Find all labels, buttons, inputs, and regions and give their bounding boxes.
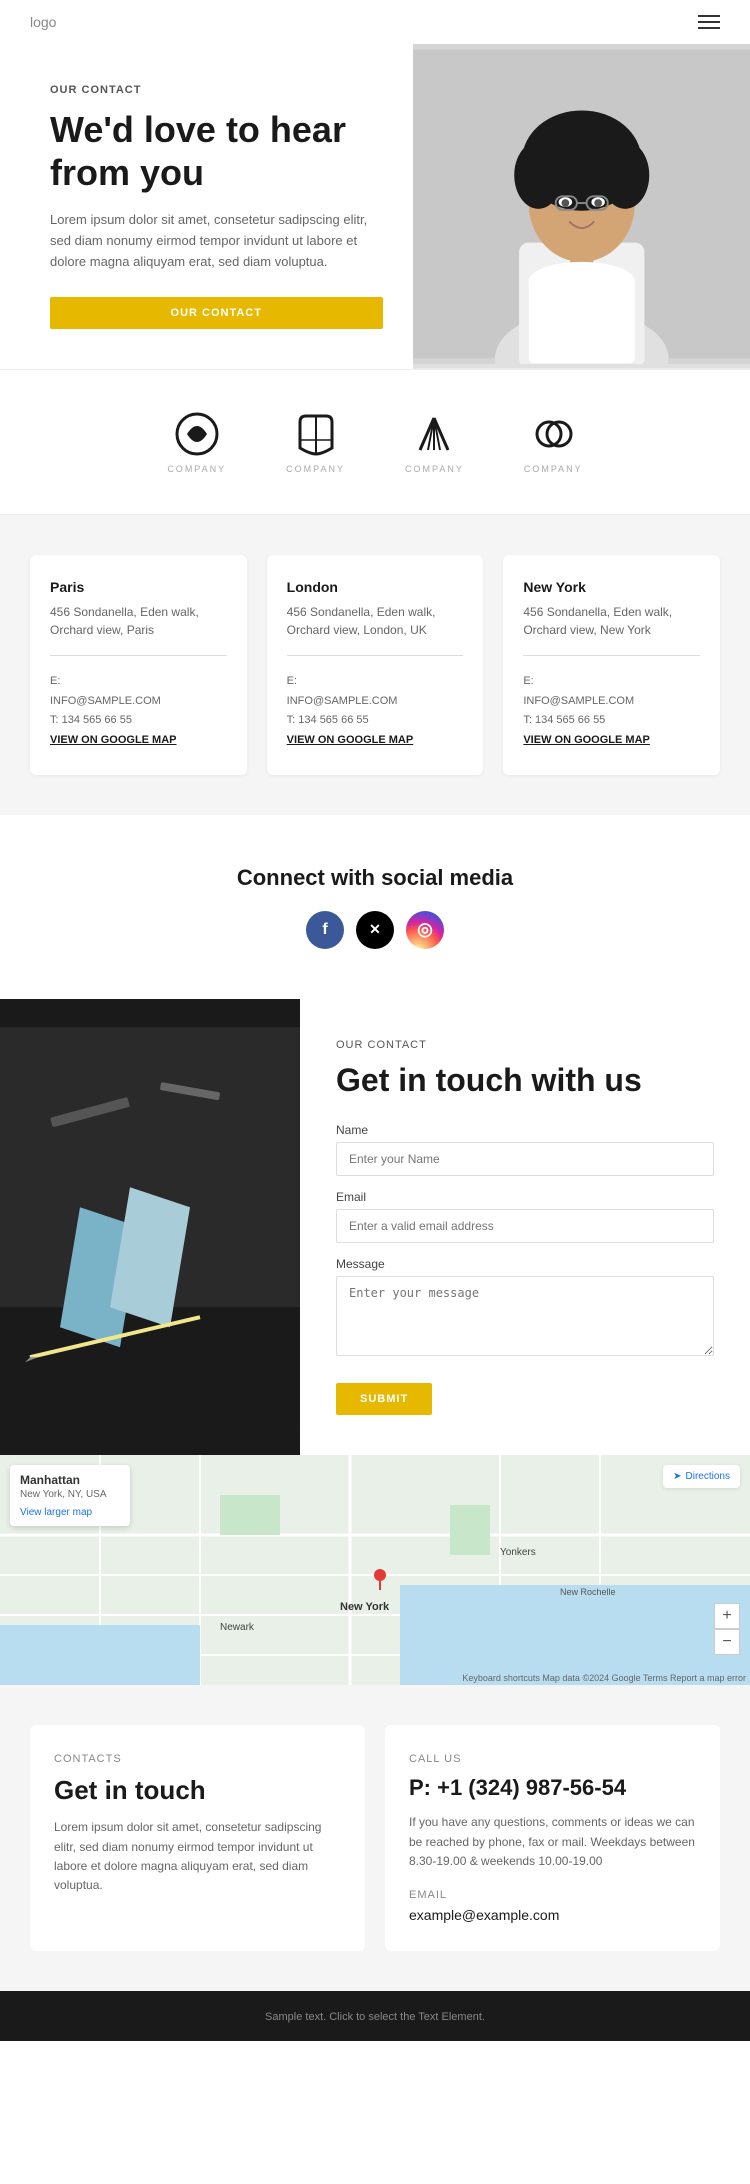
hero-section: OUR CONTACT We'd love to hear from you L…	[0, 44, 750, 369]
offices-section: Paris 456 Sondanella, Eden walk, Orchard…	[0, 515, 750, 815]
office-address-paris: 456 Sondanella, Eden walk, Orchard view,…	[50, 603, 227, 639]
twitter-x-icon[interactable]: ✕	[356, 911, 394, 949]
office-address-newyork: 456 Sondanella, Eden walk, Orchard view,…	[523, 603, 700, 639]
hero-label: OUR CONTACT	[50, 84, 383, 96]
social-title: Connect with social media	[30, 865, 720, 891]
form-title: Get in touch with us	[336, 1061, 714, 1099]
message-label: Message	[336, 1257, 714, 1271]
svg-text:New Rochelle: New Rochelle	[560, 1587, 616, 1597]
office-email-label-paris: E:	[50, 672, 227, 692]
map-location-title: Manhattan	[20, 1473, 120, 1487]
form-section-label: OUR CONTACT	[336, 1039, 714, 1051]
office-card-newyork: New York 456 Sondanella, Eden walk, Orch…	[503, 555, 720, 775]
office-address-london: 456 Sondanella, Eden walk, Orchard view,…	[287, 603, 464, 639]
map-zoom-in-button[interactable]: +	[714, 1603, 740, 1629]
contact-image	[0, 999, 300, 1455]
bottom-card-contacts-label: CONTACTS	[54, 1753, 341, 1765]
logo-item-1: COMPANY	[167, 410, 226, 474]
email-input[interactable]	[336, 1209, 714, 1243]
bottom-card-phone: P: +1 (324) 987-56-54	[409, 1775, 696, 1801]
bottom-card-call-label: CALL US	[409, 1753, 696, 1765]
logo: logo	[30, 14, 56, 30]
logo-item-2: COMPANY	[286, 410, 345, 474]
logo-text-3: COMPANY	[405, 464, 464, 474]
map-directions-label: Directions	[686, 1471, 730, 1482]
office-contact-newyork: E: INFO@SAMPLE.COM T: 134 565 66 55 VIEW…	[523, 672, 700, 751]
office-city-newyork: New York	[523, 579, 700, 595]
office-map-link-newyork[interactable]: VIEW ON GOOGLE MAP	[523, 734, 650, 746]
office-city-paris: Paris	[50, 579, 227, 595]
email-field: Email	[336, 1190, 714, 1243]
map-view-larger-link[interactable]: View larger map	[20, 1507, 92, 1518]
map-overlay: Manhattan New York, NY, USA View larger …	[10, 1465, 130, 1526]
bottom-card-call: CALL US P: +1 (324) 987-56-54 If you hav…	[385, 1725, 720, 1951]
header: logo	[0, 0, 750, 44]
office-map-link-paris[interactable]: VIEW ON GOOGLE MAP	[50, 734, 177, 746]
map-zoom-out-button[interactable]: −	[714, 1629, 740, 1655]
social-icons: f ✕ ◎	[30, 911, 720, 949]
hero-left: OUR CONTACT We'd love to hear from you L…	[0, 44, 413, 369]
svg-text:New York: New York	[340, 1601, 390, 1613]
office-email-london: INFO@SAMPLE.COM	[287, 692, 464, 712]
office-contact-london: E: INFO@SAMPLE.COM T: 134 565 66 55 VIEW…	[287, 672, 464, 751]
directions-icon: ➤	[673, 1471, 681, 1482]
logo-item-3: COMPANY	[405, 410, 464, 474]
hero-image	[413, 44, 750, 369]
office-email-label-newyork: E:	[523, 672, 700, 692]
bottom-card-email-section-label: EMAIL	[409, 1889, 696, 1901]
name-label: Name	[336, 1123, 714, 1137]
office-email-paris: INFO@SAMPLE.COM	[50, 692, 227, 712]
bottom-card-call-description: If you have any questions, comments or i…	[409, 1813, 696, 1871]
email-label: Email	[336, 1190, 714, 1204]
contact-form-section: OUR CONTACT Get in touch with us Name Em…	[0, 999, 750, 1455]
logo-text-2: COMPANY	[286, 464, 345, 474]
bottom-cards-section: CONTACTS Get in touch Lorem ipsum dolor …	[0, 1685, 750, 1991]
office-card-paris: Paris 456 Sondanella, Eden walk, Orchard…	[30, 555, 247, 775]
office-phone-paris: T: 134 565 66 55	[50, 711, 227, 731]
bottom-card-contacts: CONTACTS Get in touch Lorem ipsum dolor …	[30, 1725, 365, 1951]
map-directions-button[interactable]: ➤ Directions	[663, 1465, 740, 1488]
hero-contact-button[interactable]: OUR CONTACT	[50, 297, 383, 329]
logo-text-4: COMPANY	[524, 464, 583, 474]
office-phone-newyork: T: 134 565 66 55	[523, 711, 700, 731]
message-field: Message	[336, 1257, 714, 1361]
svg-text:Yonkers: Yonkers	[500, 1547, 536, 1558]
office-city-london: London	[287, 579, 464, 595]
logos-section: COMPANY COMPANY COMPANY COMPANY	[0, 369, 750, 515]
message-textarea[interactable]	[336, 1276, 714, 1356]
facebook-icon[interactable]: f	[306, 911, 344, 949]
office-phone-london: T: 134 565 66 55	[287, 711, 464, 731]
name-field: Name	[336, 1123, 714, 1176]
social-section: Connect with social media f ✕ ◎	[0, 815, 750, 999]
bottom-card-contacts-description: Lorem ipsum dolor sit amet, consetetur s…	[54, 1818, 341, 1895]
hamburger-menu[interactable]	[698, 15, 720, 29]
hero-description: Lorem ipsum dolor sit amet, consetetur s…	[50, 210, 383, 272]
submit-button[interactable]: SUBMIT	[336, 1383, 432, 1415]
office-map-link-london[interactable]: VIEW ON GOOGLE MAP	[287, 734, 414, 746]
bottom-card-contacts-title: Get in touch	[54, 1775, 341, 1806]
map-location-sub: New York, NY, USA	[20, 1489, 120, 1500]
office-contact-paris: E: INFO@SAMPLE.COM T: 134 565 66 55 VIEW…	[50, 672, 227, 751]
logo-text-1: COMPANY	[167, 464, 226, 474]
instagram-icon[interactable]: ◎	[406, 911, 444, 949]
office-email-newyork: INFO@SAMPLE.COM	[523, 692, 700, 712]
map-zoom-controls: + −	[714, 1603, 740, 1655]
logo-item-4: COMPANY	[524, 410, 583, 474]
hero-title: We'd love to hear from you	[50, 108, 383, 194]
contact-form-area: OUR CONTACT Get in touch with us Name Em…	[300, 999, 750, 1455]
office-card-london: London 456 Sondanella, Eden walk, Orchar…	[267, 555, 484, 775]
map-credit: Keyboard shortcuts Map data ©2024 Google…	[462, 1673, 746, 1683]
name-input[interactable]	[336, 1142, 714, 1176]
svg-text:Newark: Newark	[220, 1622, 255, 1633]
office-email-label-london: E:	[287, 672, 464, 692]
footer: Sample text. Click to select the Text El…	[0, 1991, 750, 2041]
footer-text: Sample text. Click to select the Text El…	[265, 2011, 485, 2023]
map-section: New York Newark Yonkers New Rochelle Man…	[0, 1455, 750, 1685]
hero-person-image	[413, 44, 750, 364]
bottom-card-email: example@example.com	[409, 1907, 696, 1923]
